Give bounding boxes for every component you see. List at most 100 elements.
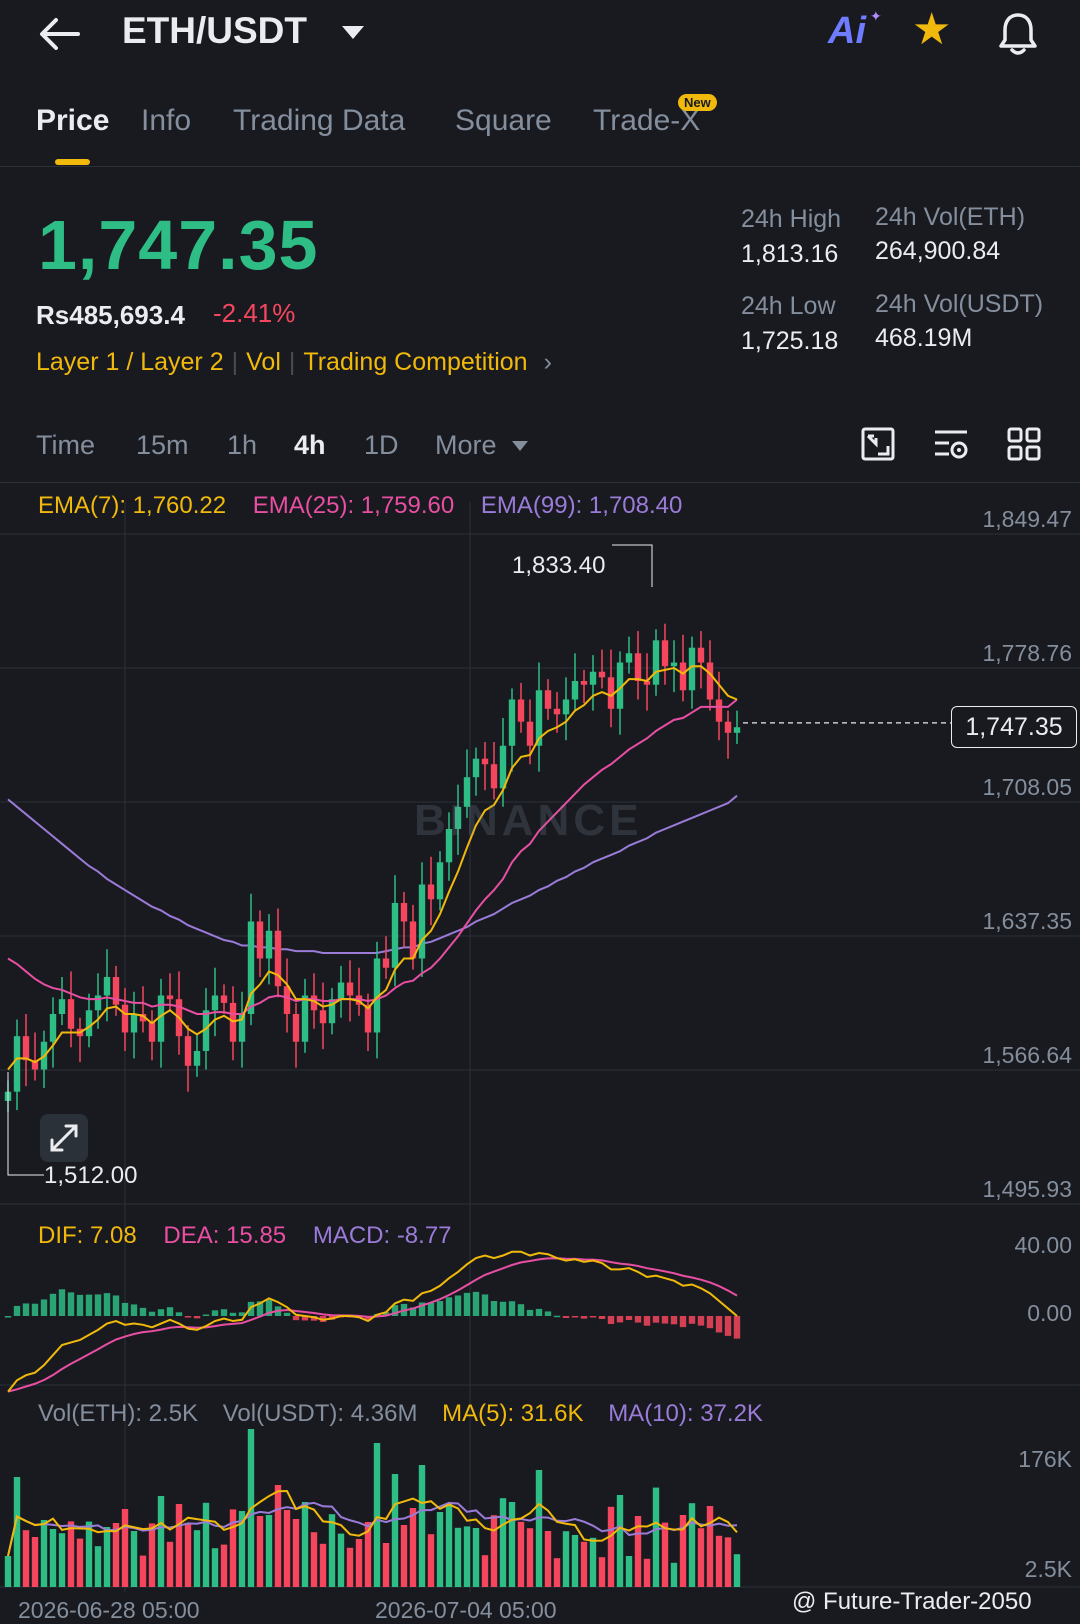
volume-bar — [112, 1523, 120, 1587]
indicator-settings-icon[interactable] — [933, 426, 969, 462]
candle-body — [706, 662, 714, 700]
tf-15m[interactable]: 15m — [136, 430, 189, 461]
tf-1h[interactable]: 1h — [227, 430, 257, 461]
candle-body — [301, 995, 309, 1042]
candle-body — [553, 708, 561, 715]
candle-body — [337, 982, 345, 1000]
candle-body — [724, 721, 732, 733]
volume-bar — [625, 1556, 633, 1587]
vol-eth-label: 24h Vol(ETH) — [875, 203, 1026, 231]
macd-histogram-bar — [535, 1308, 543, 1316]
volume-bar — [13, 1477, 21, 1587]
volume-bar — [274, 1485, 282, 1587]
candle-body — [391, 902, 399, 968]
bell-icon[interactable] — [996, 10, 1040, 56]
candle-body — [544, 690, 552, 709]
y-tick: 1,778.76 — [982, 640, 1072, 666]
macd-legend: DIF: 7.08 DEA: 15.85 MACD: -8.77 — [38, 1222, 452, 1250]
tag-trading-competition[interactable]: Trading Competition — [303, 348, 527, 376]
macd-histogram-bar — [202, 1314, 210, 1317]
tag-row[interactable]: Layer 1 / Layer 2 | Vol | Trading Competitio… — [36, 348, 552, 377]
volume-bar — [292, 1519, 300, 1587]
macd-histogram-bar — [139, 1307, 147, 1316]
candle-body — [580, 681, 588, 685]
vol-y-tick: 2.5K — [1024, 1556, 1072, 1582]
period-low-label: 1,512.00 — [44, 1162, 138, 1189]
volume-bar — [544, 1531, 552, 1587]
volume-bar — [166, 1541, 174, 1587]
vol-y-tick: 176K — [1018, 1446, 1072, 1472]
chevron-right-icon[interactable]: › — [544, 348, 552, 376]
macd-histogram-bar — [103, 1293, 111, 1316]
last-price-tag: 1,747.35 — [951, 706, 1077, 748]
volume-bar — [553, 1558, 561, 1587]
candle-body — [346, 982, 354, 996]
candle-body — [571, 681, 579, 700]
tf-time[interactable]: Time — [36, 430, 95, 461]
macd-histogram-bar — [499, 1301, 507, 1316]
candle-body — [715, 699, 723, 722]
macd-histogram-bar — [697, 1316, 705, 1326]
tf-1d[interactable]: 1D — [364, 430, 399, 461]
volume-bar — [85, 1521, 93, 1587]
tf-4h[interactable]: 4h — [294, 430, 326, 461]
macd-histogram-bar — [544, 1311, 552, 1316]
macd-histogram-bar — [13, 1305, 21, 1316]
high-value: 1,813.16 — [741, 240, 839, 268]
macd-histogram-bar — [526, 1309, 534, 1316]
credit-text: @ Future-Trader-2050 — [792, 1588, 1032, 1615]
candle-body — [517, 699, 525, 722]
volume-bar — [409, 1508, 417, 1587]
macd-histogram-bar — [193, 1316, 201, 1319]
candle-body — [679, 662, 687, 691]
volume-bar — [202, 1502, 210, 1587]
macd-histogram-bar — [652, 1316, 660, 1323]
macd-histogram-bar — [4, 1316, 12, 1318]
candle-body — [697, 647, 705, 663]
tag-layer[interactable]: Layer 1 / Layer 2 — [36, 348, 224, 376]
tag-vol[interactable]: Vol — [246, 348, 281, 376]
candle-body — [166, 995, 174, 1000]
tab-info[interactable]: Info — [141, 104, 191, 138]
volume-bar — [517, 1521, 525, 1587]
dropdown-caret-icon[interactable] — [342, 26, 364, 39]
layout-grid-icon[interactable] — [1006, 426, 1042, 462]
volume-bar — [715, 1535, 723, 1587]
volume-bar — [382, 1543, 390, 1587]
ma10-legend: MA(10): 37.2K — [608, 1400, 763, 1427]
volume-bar — [337, 1533, 345, 1587]
macd-histogram-bar — [706, 1316, 714, 1329]
candlestick-chart[interactable] — [0, 482, 1080, 1623]
tf-more[interactable]: More — [435, 430, 497, 461]
candle-body — [319, 1010, 327, 1024]
star-icon[interactable]: ★ — [912, 8, 951, 52]
macd-histogram-bar — [562, 1316, 570, 1319]
macd-histogram-bar — [436, 1301, 444, 1316]
expand-chart-button[interactable] — [40, 1114, 88, 1162]
tab-square[interactable]: Square — [455, 104, 552, 138]
low-value: 1,725.18 — [741, 327, 839, 355]
candle-body — [508, 699, 516, 746]
candle-body — [121, 1004, 129, 1033]
volume-bar — [481, 1555, 489, 1587]
macd-histogram-bar — [130, 1304, 138, 1316]
tab-price[interactable]: Price — [36, 104, 109, 138]
candle-body — [256, 921, 264, 959]
macd-histogram-bar — [49, 1293, 57, 1316]
volume-bar — [94, 1546, 102, 1587]
y-tick: 1,495.93 — [982, 1176, 1072, 1202]
volume-bar — [427, 1534, 435, 1587]
volume-bar — [454, 1527, 462, 1587]
more-caret-icon[interactable] — [512, 441, 528, 451]
candle-body — [418, 884, 426, 959]
ai-icon[interactable]: Ai — [828, 10, 866, 53]
back-arrow-icon[interactable] — [38, 14, 82, 54]
x-tick: 2026-07-04 05:00 — [375, 1597, 557, 1623]
tab-trading-data[interactable]: Trading Data — [233, 104, 405, 138]
volume-bar — [319, 1543, 327, 1587]
volume-bar — [562, 1531, 570, 1587]
depth-chart-icon[interactable] — [860, 426, 896, 462]
pair-selector[interactable]: ETH/USDT — [122, 10, 307, 52]
ema25-line — [7, 698, 738, 1015]
macd-histogram-bar — [625, 1316, 633, 1321]
